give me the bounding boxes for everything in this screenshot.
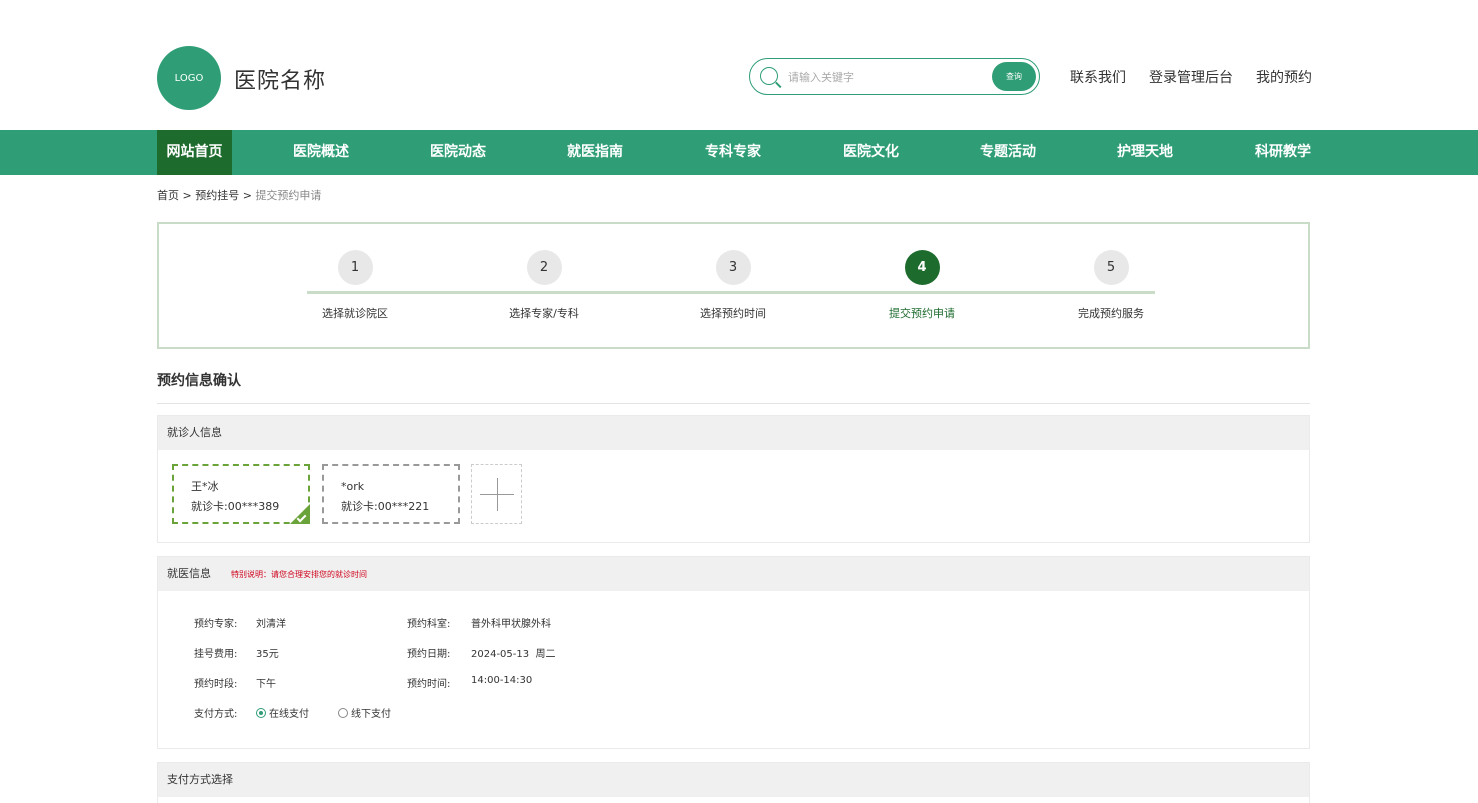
date-label: 预约日期: xyxy=(407,649,451,660)
nav-item-nursing[interactable]: 护理天地 xyxy=(1107,130,1183,175)
visit-info-title: 就医信息 xyxy=(167,567,211,580)
section-title: 预约信息确认 xyxy=(157,373,241,389)
step-number: 2 xyxy=(526,250,562,285)
date-value: 2024-05-13 周二 xyxy=(471,649,556,660)
pay-method-label: 支付方式: xyxy=(194,709,238,720)
step-label: 选择专家/专科 xyxy=(509,307,579,320)
admin-login-link[interactable]: 登录管理后台 xyxy=(1149,67,1233,87)
step-1: 1 选择就诊院区 xyxy=(275,250,435,321)
nav-item-culture[interactable]: 医院文化 xyxy=(833,130,909,175)
fee-value: 35元 xyxy=(256,649,279,660)
step-number: 4 xyxy=(904,250,940,285)
nav-item-activities[interactable]: 专题活动 xyxy=(970,130,1046,175)
expert-label: 预约专家: xyxy=(194,619,238,630)
nav-item-research[interactable]: 科研教学 xyxy=(1245,130,1321,175)
patient-name: 王*冰 xyxy=(191,480,219,493)
step-number: 5 xyxy=(1093,250,1129,285)
pay-offline-option[interactable]: 线下支付 xyxy=(338,705,391,720)
add-patient-icon[interactable] xyxy=(471,464,522,524)
expert-value: 刘清洋 xyxy=(256,619,286,630)
breadcrumb-current: 提交预约申请 xyxy=(255,189,322,202)
period-label: 预约时段: xyxy=(194,679,238,690)
breadcrumb-separator: > xyxy=(242,189,252,202)
step-label: 提交预约申请 xyxy=(889,307,955,320)
step-5: 5 完成预约服务 xyxy=(1031,250,1191,321)
time-label: 预约时间: xyxy=(407,679,451,690)
search-input[interactable] xyxy=(788,68,978,86)
search-icon xyxy=(760,67,778,85)
visit-note: 特别说明：请您合理安排您的就诊时间 xyxy=(231,570,367,579)
radio-checked-icon[interactable] xyxy=(256,708,266,718)
breadcrumb-separator: > xyxy=(182,189,192,202)
payment-title: 支付方式选择 xyxy=(158,763,1309,797)
patient-card-selected[interactable]: 王*冰 就诊卡:00***389 xyxy=(172,464,310,524)
dept-value: 普外科甲状腺外科 xyxy=(471,619,551,630)
logo[interactable]: LOGO xyxy=(157,46,221,110)
progress-steps: 1 选择就诊院区 2 选择专家/专科 3 选择预约时间 4 提交预约申请 5 完… xyxy=(157,222,1310,349)
nav-item-guide[interactable]: 就医指南 xyxy=(557,130,633,175)
pay-offline-label: 线下支付 xyxy=(351,709,391,720)
my-appointments-link[interactable]: 我的预约 xyxy=(1256,67,1312,87)
section-divider xyxy=(157,403,1310,404)
dept-label: 预约科室: xyxy=(407,619,451,630)
patient-info-panel: 就诊人信息 王*冰 就诊卡:00***389 *ork 就诊卡:00***221 xyxy=(157,415,1310,543)
header: LOGO 医院名称 查询 联系我们 登录管理后台 我的预约 xyxy=(0,0,1478,130)
nav-item-home[interactable]: 网站首页 xyxy=(157,130,232,175)
pay-online-option[interactable]: 在线支付 xyxy=(256,705,309,720)
visit-info-header: 就医信息 特别说明：请您合理安排您的就诊时间 xyxy=(158,557,1309,591)
search-box: 查询 xyxy=(749,58,1040,95)
step-number: 1 xyxy=(337,250,373,285)
logo-text: LOGO xyxy=(174,72,204,84)
pay-online-label: 在线支付 xyxy=(269,709,309,720)
step-label: 完成预约服务 xyxy=(1078,307,1144,320)
step-2: 2 选择专家/专科 xyxy=(464,250,624,321)
breadcrumb-appointment[interactable]: 预约挂号 xyxy=(195,189,239,202)
nav-item-overview[interactable]: 医院概述 xyxy=(283,130,359,175)
step-number: 3 xyxy=(715,250,751,285)
main-nav: 网站首页 医院概述 医院动态 就医指南 专科专家 医院文化 专题活动 护理天地 … xyxy=(0,130,1478,175)
search-button[interactable]: 查询 xyxy=(992,62,1036,91)
contact-us-link[interactable]: 联系我们 xyxy=(1070,67,1126,87)
step-label: 选择就诊院区 xyxy=(322,307,388,320)
hospital-name[interactable]: 医院名称 xyxy=(234,63,326,95)
patient-info-title: 就诊人信息 xyxy=(158,416,1309,450)
nav-item-news[interactable]: 医院动态 xyxy=(420,130,496,175)
patient-card[interactable]: *ork 就诊卡:00***221 xyxy=(322,464,460,524)
fee-label: 挂号费用: xyxy=(194,649,238,660)
period-value: 下午 xyxy=(256,679,276,690)
step-4: 4 提交预约申请 xyxy=(842,250,1002,321)
visit-info-panel: 就医信息 特别说明：请您合理安排您的就诊时间 预约专家: 刘清洋 预约科室: 普外… xyxy=(157,556,1310,749)
breadcrumb-home[interactable]: 首页 xyxy=(157,189,179,202)
step-label: 选择预约时间 xyxy=(700,307,766,320)
breadcrumb: 首页 > 预约挂号 > 提交预约申请 xyxy=(157,187,321,203)
payment-panel: 支付方式选择 xyxy=(157,762,1310,803)
radio-unchecked-icon[interactable] xyxy=(338,708,348,718)
time-value: 14:00-14:30 xyxy=(471,675,533,686)
nav-item-experts[interactable]: 专科专家 xyxy=(695,130,771,175)
patient-card-number: 就诊卡:00***221 xyxy=(341,500,430,513)
patient-name: *ork xyxy=(341,480,365,493)
step-3: 3 选择预约时间 xyxy=(653,250,813,321)
